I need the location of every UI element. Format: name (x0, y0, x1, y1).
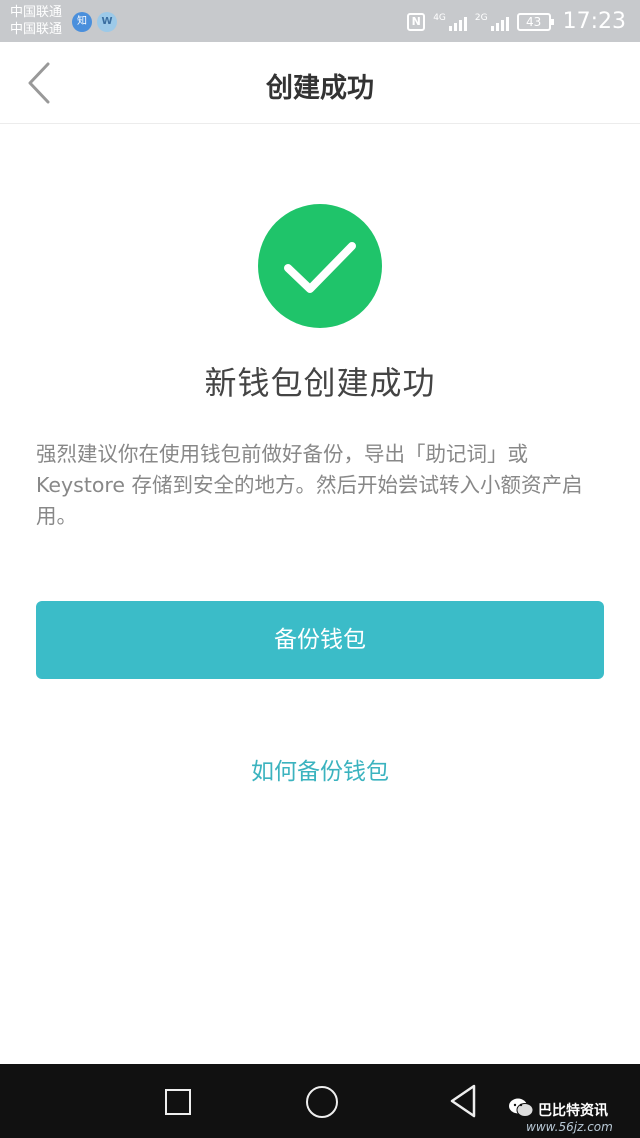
watermark-url: www.56jz.com (526, 1120, 613, 1134)
wechat-logo-icon (508, 1097, 534, 1119)
backup-wallet-button[interactable]: 备份钱包 (36, 601, 604, 679)
backup-advice-text: 强烈建议你在使用钱包前做好备份，导出「助记词」或 Keystore 存储到安全的… (36, 442, 583, 528)
signal-1-type: 4G (433, 12, 446, 23)
nfc-icon: N (407, 12, 426, 31)
signal-2-type: 2G (474, 12, 488, 23)
success-title: 新钱包创建成功 (204, 364, 436, 402)
carrier-2: 中国联通 (10, 22, 63, 37)
main-content: 新钱包创建成功 强烈建议你在使用钱包前做好备份，导出「助记词」或 Keystor… (0, 124, 640, 1064)
zhihu-notification-icon: 知 (72, 12, 92, 32)
status-indicators: N 4G 2G 43 17:23 (407, 9, 626, 34)
signal-2-icon: 2G (475, 13, 509, 31)
battery-icon: 43 (516, 12, 554, 31)
how-to-backup-link[interactable]: 如何备份钱包 (0, 752, 640, 786)
carrier-1: 中国联通 (10, 5, 63, 20)
nav-bar: 创建成功 (0, 42, 640, 124)
recent-apps-icon[interactable] (165, 1089, 191, 1115)
watermark-text: 巴比特资讯 (538, 1103, 608, 1119)
status-bar: 中国联通 中国联通 知 W N 4G 2G 43 17:23 (0, 0, 640, 42)
signal-1-icon: 4G (433, 13, 467, 31)
clock: 17:23 (562, 9, 626, 34)
home-icon[interactable] (306, 1086, 338, 1118)
w-notification-icon: W (97, 12, 117, 32)
system-nav-bar: 巴比特资讯 www.56jz.com (0, 1064, 640, 1138)
back-triangle-icon[interactable] (448, 1084, 478, 1118)
page-title: 创建成功 (266, 73, 374, 104)
carrier-info: 中国联通 中国联通 (10, 4, 62, 38)
success-check-icon (258, 204, 382, 328)
